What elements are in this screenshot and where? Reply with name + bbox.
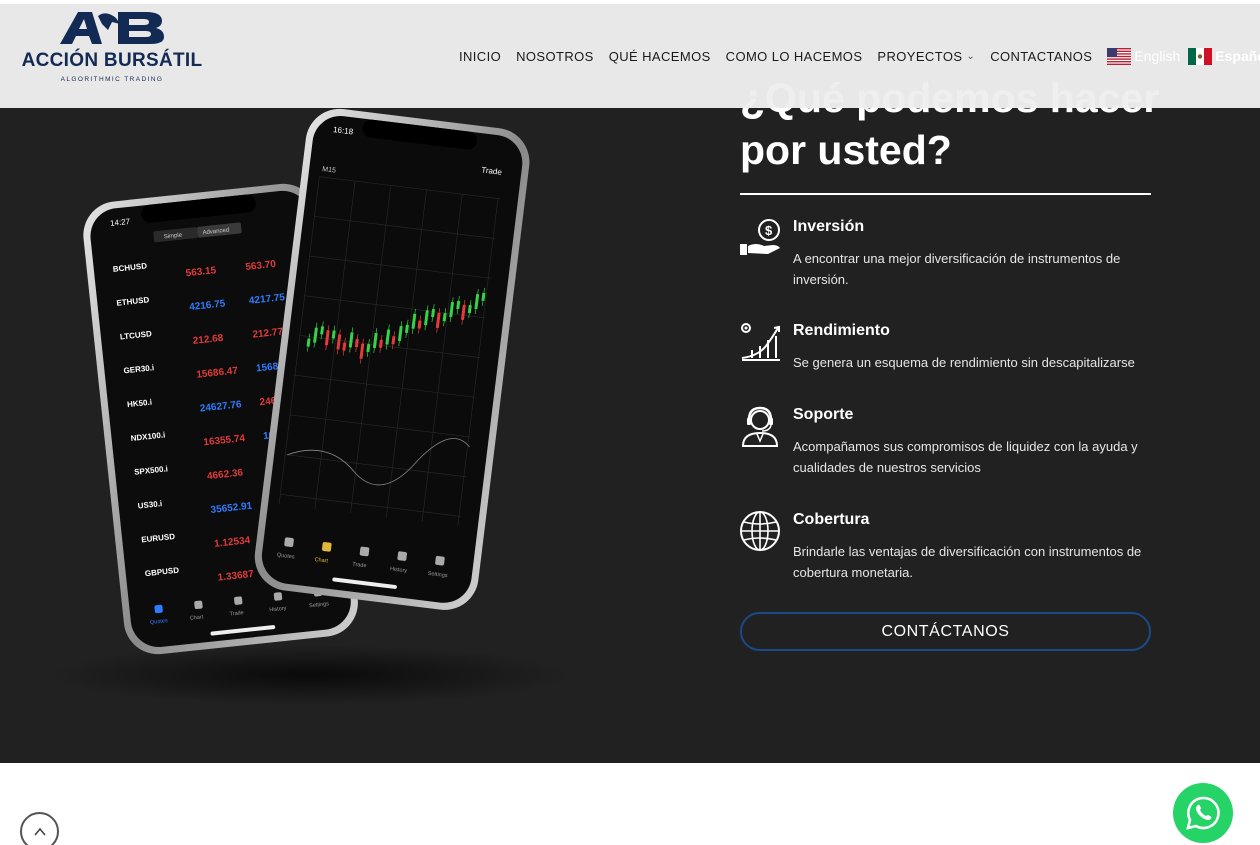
- nav-item-que-hacemos[interactable]: QUÉ HACEMOS: [609, 49, 711, 64]
- site-logo[interactable]: ACCIÓN BURSÁTIL ALGORITHMIC TRADING: [14, 10, 210, 86]
- nav-item-nosotros[interactable]: NOSOTROS: [516, 49, 594, 64]
- support-agent-icon: [741, 406, 779, 447]
- feature-description: Brindarle las ventajas de diversificació…: [793, 544, 1142, 580]
- phone-front: 16:18 Trade M15 QuotesChartTradeHistoryS…: [254, 108, 530, 610]
- investment-hand-coin-icon: $: [740, 219, 780, 255]
- chevron-up-icon: [33, 827, 46, 836]
- nav-item-label: PROYECTOS: [877, 48, 963, 64]
- language-label: English: [1134, 48, 1181, 64]
- tab-icon: [273, 592, 283, 601]
- language-english[interactable]: English: [1107, 47, 1181, 65]
- globe-icon: [740, 511, 780, 551]
- mx-flag-icon: [1188, 47, 1213, 65]
- tab-icon: [321, 542, 332, 552]
- site-header: ACCIÓN BURSÁTIL ALGORITHMIC TRADING INIC…: [0, 4, 1260, 108]
- nav-item-contactanos[interactable]: CONTACTANOS: [990, 49, 1092, 64]
- feature-title: Inversión: [793, 218, 865, 235]
- logo-tagline: ALGORITHMIC TRADING: [60, 76, 164, 83]
- feature-title: Soporte: [793, 406, 854, 423]
- nav-item-inicio[interactable]: INICIO: [459, 49, 501, 64]
- growth-chart-icon: [741, 323, 780, 361]
- feature-description: Se genera un esquema de rendimiento sin …: [793, 355, 1135, 370]
- logo-wordmark: ACCIÓN BURSÁTIL: [21, 50, 203, 71]
- page: 14:27 Simple Advanced BCHUSD 563.15 563.70…: [0, 0, 1260, 845]
- feature-description: Acompañamos sus compromisos de liquidez …: [793, 439, 1138, 475]
- feature-title: Rendimiento: [793, 322, 890, 339]
- svg-text:$: $: [765, 223, 773, 238]
- scroll-to-top-button[interactable]: [20, 812, 59, 845]
- language-espanol[interactable]: Español: [1188, 47, 1260, 65]
- nav-item-proyectos[interactable]: PROYECTOS ⌄: [877, 49, 975, 64]
- logo-ab-mark-icon: [60, 12, 164, 44]
- phones-illustration: 14:27 Simple Advanced BCHUSD 563.15 563.70…: [50, 108, 570, 705]
- tab-icon: [194, 600, 203, 610]
- tab-icon: [284, 537, 294, 547]
- tab-icon: [359, 546, 370, 557]
- chevron-down-icon: ⌄: [966, 50, 976, 62]
- hero-section: 14:27 Simple Advanced BCHUSD 563.15 563.70…: [0, 0, 1260, 763]
- whatsapp-icon: [1186, 796, 1220, 830]
- whatsapp-button[interactable]: [1173, 783, 1233, 843]
- us-flag-icon: [1107, 47, 1132, 65]
- tab-icon: [435, 555, 445, 566]
- feature-description: A encontrar una mejor diversificación de…: [793, 251, 1121, 287]
- tab-icon: [397, 551, 407, 561]
- tab-icon: [234, 596, 243, 605]
- nav-item-como-lo-hacemos[interactable]: COMO LO HACEMOS: [726, 49, 863, 64]
- headline-divider: [740, 193, 1151, 195]
- headline-line-2: por usted?: [740, 127, 952, 173]
- top-strip: [0, 0, 1260, 4]
- tab-icon: [154, 604, 163, 614]
- contact-cta-button[interactable]: CONTÁCTANOS: [740, 612, 1151, 651]
- language-label: Español: [1215, 48, 1260, 64]
- feature-title: Cobertura: [793, 511, 870, 528]
- main-nav: INICIO NOSOTROS QUÉ HACEMOS COMO LO HACE…: [459, 42, 1260, 70]
